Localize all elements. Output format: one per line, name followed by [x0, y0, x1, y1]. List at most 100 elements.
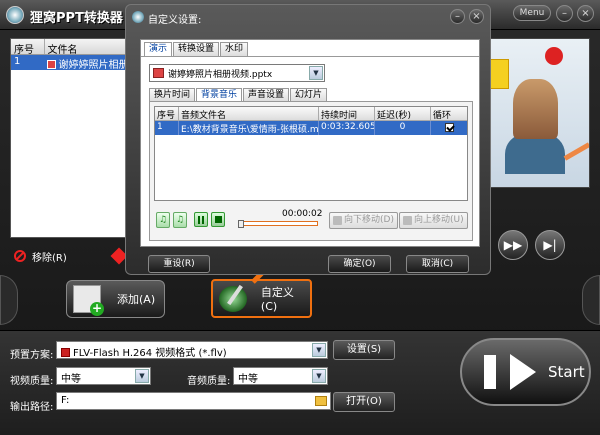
file-name-text: 谢婷婷照片相册: [58, 60, 129, 70]
audio-quality-value: 中等: [238, 374, 258, 385]
close-icon[interactable]: ×: [577, 5, 594, 22]
move-down-button[interactable]: 向下移动(D): [329, 212, 398, 229]
flv-format-icon: [61, 348, 70, 357]
right-edge-decoration: [582, 275, 600, 325]
arrow-down-icon: [333, 216, 342, 225]
preview-image: [482, 38, 590, 188]
folder-icon[interactable]: [315, 396, 327, 406]
chevron-down-icon[interactable]: ▼: [312, 343, 326, 357]
move-up-button[interactable]: 向上移动(U): [399, 212, 468, 229]
ok-button[interactable]: 确定(O): [328, 255, 391, 273]
reset-button[interactable]: 重设(R): [148, 255, 210, 273]
add-button[interactable]: 添加(A): [66, 280, 165, 318]
tools-icon: [219, 285, 247, 312]
subtab-sound-settings[interactable]: 声音设置: [243, 88, 290, 101]
subtab-background-music[interactable]: 背景音乐: [196, 88, 243, 101]
column-header-duration: 持续时间: [319, 107, 375, 120]
audio-quality-label: 音频质量:: [187, 376, 231, 387]
output-path-field[interactable]: F:: [56, 392, 331, 410]
audio-duration: 0:03:32.605: [319, 121, 375, 135]
column-header-delay: 延迟(秒): [375, 107, 431, 120]
column-header-index: 序号: [11, 39, 45, 56]
ppt-file-value: 谢婷婷照片相册视频.pptx: [168, 70, 273, 80]
preset-label: 预置方案:: [10, 350, 54, 361]
background-music-panel: 序号 音频文件名 持续时间 延迟(秒) 循环 1 E:\教材背景音乐\爱情雨-张…: [149, 101, 473, 241]
start-label: Start: [548, 363, 585, 381]
preset-select[interactable]: FLV-Flash H.264 视频格式 (*.flv) ▼: [56, 341, 328, 359]
playback-progress[interactable]: [238, 220, 318, 228]
app-window: 狸窝PPT转换器 Menu – × 序号 文件名 1 谢婷婷照片相册 ▶▶ ▶|…: [0, 0, 600, 435]
audio-file: E:\教材背景音乐\爱情雨-张根硕.mp3: [179, 121, 319, 135]
custom-button-label: 自定义(C): [260, 286, 294, 313]
output-path-value: F:: [61, 395, 70, 406]
start-button[interactable]: Start: [460, 338, 591, 406]
playback-time: 00:00:02: [282, 209, 323, 219]
settings-button[interactable]: 设置(S): [333, 340, 395, 360]
tab-watermark[interactable]: 水印: [220, 42, 249, 56]
video-quality-value: 中等: [61, 374, 81, 385]
audio-index: 1: [155, 121, 179, 135]
audio-loop-cell: [431, 121, 467, 135]
remove-bar: 移除(R): [14, 247, 128, 265]
tab-divider: [141, 56, 479, 57]
remove-icon[interactable]: [14, 250, 26, 262]
file-list-row[interactable]: 1 谢婷婷照片相册: [11, 55, 134, 70]
progress-knob[interactable]: [238, 220, 244, 228]
ppt-file-icon: [46, 60, 56, 69]
sub-tabs: 换片时间 背景音乐 声音设置 幻灯片: [149, 88, 328, 101]
audio-table-row[interactable]: 1 E:\教材背景音乐\爱情雨-张根硕.mp3 0:03:32.605 0: [155, 121, 467, 135]
dialog-minimize-icon[interactable]: –: [450, 9, 465, 24]
ppt-file-select[interactable]: 谢婷婷照片相册视频.pptx ▼: [149, 64, 325, 82]
dialog-panel: 演示 转换设置 水印 谢婷婷照片相册视频.pptx ▼ 换片时间 背景音乐 声音…: [140, 39, 480, 247]
ppt-file-icon: [153, 68, 164, 78]
minimize-icon[interactable]: –: [556, 5, 573, 22]
add-file-icon: [73, 285, 104, 316]
add-music-icon[interactable]: ♫: [156, 212, 170, 228]
custom-settings-dialog: 自定义设置: – × 演示 转换设置 水印 谢婷婷照片相册视频.pptx ▼ 换…: [125, 4, 491, 275]
loop-checkbox[interactable]: [444, 123, 454, 132]
subtab-slide-timing[interactable]: 换片时间: [149, 88, 196, 101]
fast-forward-button[interactable]: ▶▶: [498, 230, 528, 260]
open-button[interactable]: 打开(O): [333, 392, 395, 412]
stop-button[interactable]: [211, 212, 225, 227]
dialog-close-icon[interactable]: ×: [469, 9, 484, 24]
next-button[interactable]: ▶|: [535, 230, 565, 260]
chevron-down-icon[interactable]: ▼: [312, 369, 326, 383]
column-header-audio-file: 音频文件名: [179, 107, 319, 120]
file-list: 序号 文件名 1 谢婷婷照片相册: [10, 38, 135, 238]
column-header-filename: 文件名: [47, 45, 78, 56]
pause-icon: [198, 216, 200, 224]
subtab-slides[interactable]: 幻灯片: [290, 88, 328, 101]
dialog-logo-icon: [132, 11, 144, 23]
audio-table-header: 序号 音频文件名 持续时间 延迟(秒) 循环: [155, 107, 467, 121]
chevron-down-icon[interactable]: ▼: [135, 369, 149, 383]
tab-demo[interactable]: 演示: [144, 42, 173, 57]
audio-table: 序号 音频文件名 持续时间 延迟(秒) 循环 1 E:\教材背景音乐\爱情雨-张…: [154, 106, 468, 201]
tab-convert-settings[interactable]: 转换设置: [173, 42, 220, 56]
audio-delay: 0: [375, 121, 431, 135]
cancel-button[interactable]: 取消(C): [406, 255, 469, 273]
preset-value: FLV-Flash H.264 视频格式 (*.flv): [73, 348, 227, 359]
pause-button[interactable]: [194, 212, 208, 227]
app-logo-icon: [6, 6, 24, 24]
chevron-down-icon[interactable]: ▼: [309, 66, 323, 80]
file-list-header: 序号 文件名: [11, 39, 134, 56]
menu-button[interactable]: Menu: [513, 5, 551, 21]
dialog-tabs: 演示 转换设置 水印: [144, 42, 249, 57]
add-button-label: 添加(A): [117, 293, 156, 306]
remove-label[interactable]: 移除(R): [32, 249, 67, 264]
start-bar-shape: [484, 355, 496, 389]
video-quality-select[interactable]: 中等 ▼: [56, 367, 151, 385]
start-arrow-icon: [510, 354, 536, 390]
move-down-label: 向下移动(D): [344, 215, 394, 225]
preview-person-head: [513, 79, 558, 139]
audio-quality-select[interactable]: 中等 ▼: [233, 367, 328, 385]
output-path-label: 输出路径:: [10, 402, 54, 413]
preview-pencil-shape: [563, 142, 589, 161]
move-up-label: 向上移动(U): [414, 215, 464, 225]
file-index: 1: [14, 56, 21, 67]
preview-person-body: [505, 134, 565, 174]
remove-music-icon[interactable]: ♫: [173, 212, 187, 228]
preview-apple-shape: [545, 47, 563, 65]
column-header-loop: 循环: [433, 111, 452, 120]
